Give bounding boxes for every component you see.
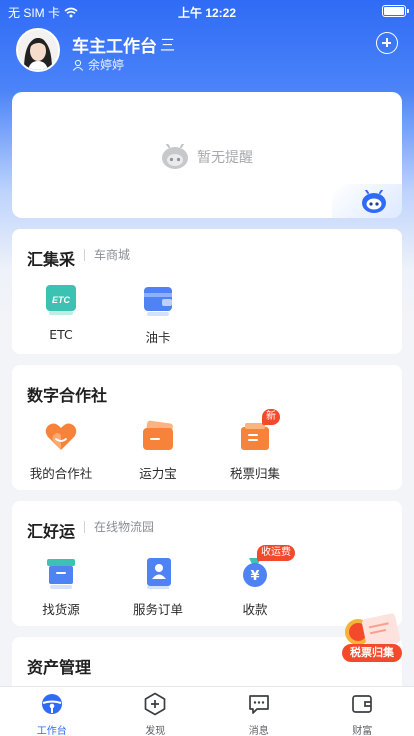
notice-card: 暂无提醒 (12, 92, 402, 218)
tab-label: 消息 (248, 726, 269, 736)
fuel-card-entry[interactable]: 油卡 (118, 283, 198, 346)
etc-entry[interactable]: ETC ETC (21, 283, 101, 342)
section-title: 数字合作社 (27, 386, 108, 405)
heart-cooperative-icon (43, 419, 79, 455)
switch-role-icon[interactable]: 三 (160, 34, 175, 55)
new-badge: 新 (262, 409, 280, 425)
status-bar: 无 SIM 卡 上午 12:22 (0, 0, 414, 22)
fuel-card-icon (140, 283, 176, 319)
section-title: 资产管理 (27, 658, 92, 677)
tax-ticket-label: 税票归集 (229, 466, 280, 481)
section-title: 汇好运 (27, 522, 76, 541)
discover-plus-icon (144, 692, 166, 716)
find-cargo-entry[interactable]: 找货源 (21, 555, 101, 618)
find-cargo-label: 找货源 (42, 602, 80, 617)
tax-ticket-entry[interactable]: 新 税票归集 (215, 409, 295, 482)
tab-wealth[interactable]: 财富 (311, 687, 414, 736)
section-subtitle: 在线物流园 (84, 521, 154, 533)
assistant-robot-icon (362, 190, 386, 213)
add-button[interactable] (376, 32, 398, 54)
tab-label: 工作台 (36, 726, 67, 736)
collect-payment-entry[interactable]: ¥ 收运费 收款 (215, 545, 295, 618)
notice-empty-state: 暂无提醒 (12, 144, 402, 170)
tab-workbench[interactable]: 工作台 (0, 687, 104, 736)
user-name: 余婷婷 (88, 58, 125, 72)
etc-card-icon: ETC (43, 283, 79, 319)
notice-empty-text: 暂无提醒 (197, 150, 253, 166)
fuel-card-label: 油卡 (145, 330, 171, 345)
wallet-icon (140, 419, 176, 455)
service-order-entry[interactable]: 服务订单 (118, 555, 198, 618)
user-icon (72, 59, 84, 71)
order-person-icon (140, 555, 176, 591)
tab-messages[interactable]: 消息 (207, 687, 311, 736)
section-huijicai: 汇集采 车商城 ETC ETC 油卡 (12, 229, 402, 354)
etc-label: ETC (49, 327, 73, 342)
battery-icon (382, 5, 409, 17)
yunlibao-label: 运力宝 (139, 466, 177, 481)
service-order-label: 服务订单 (132, 602, 183, 617)
steering-wheel-icon (41, 694, 62, 714)
cargo-box-icon (43, 555, 79, 591)
assistant-robot-button[interactable] (332, 184, 402, 218)
yunlibao-entry[interactable]: 运力宝 (118, 419, 198, 482)
section-cooperative: 数字合作社 我的合作社 运力宝 新 税票归集 (12, 365, 402, 490)
tax-ticket-floating-button[interactable]: 税票归集 (340, 612, 404, 668)
avatar[interactable] (16, 28, 60, 72)
tax-ticket-promo-text: 税票归集 (350, 646, 394, 659)
tab-label: 发现 (145, 726, 166, 736)
collect-freight-badge: 收运费 (257, 545, 295, 561)
svg-text:¥: ¥ (250, 569, 259, 584)
wallet-outline-icon (352, 695, 373, 713)
workbench-header: 车主工作台 三 余婷婷 (0, 28, 414, 80)
status-time: 上午 12:22 (177, 6, 237, 20)
avatar-portrait-icon (18, 30, 58, 70)
my-cooperative-label: 我的合作社 (29, 466, 93, 481)
section-subtitle: 车商城 (84, 249, 130, 261)
robot-face-icon (162, 144, 188, 169)
message-icon (248, 695, 269, 714)
user-info: 余婷婷 (72, 56, 124, 73)
my-cooperative-entry[interactable]: 我的合作社 (21, 419, 101, 482)
page-title: 车主工作台 (72, 37, 157, 57)
section-title: 汇集采 (27, 250, 76, 269)
yuan-bag-icon: ¥ 收运费 (237, 545, 295, 591)
collect-payment-label: 收款 (242, 602, 268, 617)
section-huihaoyun: 汇好运 在线物流园 找货源 服务订单 ¥ 收运费 收款 (12, 501, 402, 626)
bottom-tab-bar: 工作台 发现 消息 财富 (0, 686, 414, 736)
tab-label: 财富 (352, 726, 373, 736)
tax-ticket-icon: 新 (237, 409, 280, 455)
tab-discover[interactable]: 发现 (104, 687, 208, 736)
svg-text:ETC: ETC (52, 295, 71, 305)
